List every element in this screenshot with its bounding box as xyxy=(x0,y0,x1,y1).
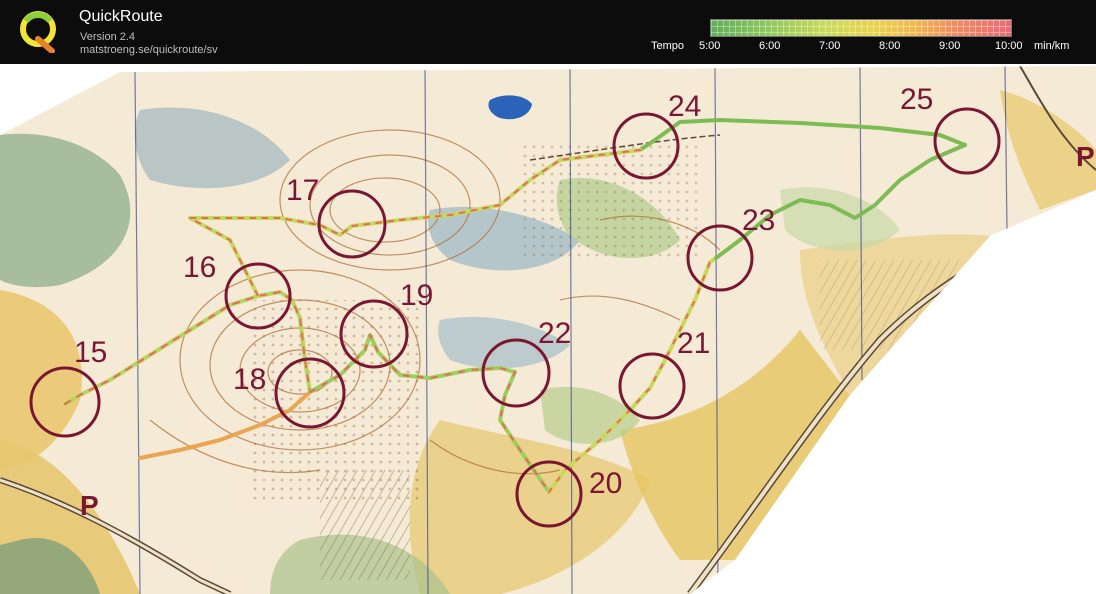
control-15-label: 15 xyxy=(74,336,107,369)
control-17-label: 17 xyxy=(286,174,319,207)
parking-label-east: P xyxy=(1076,141,1095,172)
control-23-label: 23 xyxy=(742,204,775,237)
app-header: QuickRoute Version 2.4 matstroeng.se/qui… xyxy=(0,0,1096,64)
app-title: QuickRoute xyxy=(79,8,163,25)
parking-label-west: P xyxy=(80,490,99,521)
pace-tick-3: 7:00 xyxy=(819,40,841,52)
pace-tick-5: 9:00 xyxy=(939,40,961,52)
pace-scale-label: Tempo xyxy=(651,40,685,52)
control-16-label: 16 xyxy=(183,251,216,284)
orienteering-map[interactable]: P P 15 16 17 18 19 20 21 22 23 24 25 xyxy=(0,64,1096,594)
pace-tick-6: 10:00 xyxy=(995,40,1023,52)
control-22-label: 22 xyxy=(538,317,571,350)
pace-tick-2: 6:00 xyxy=(759,40,781,52)
pace-scale-bar xyxy=(710,19,1012,37)
control-20-label: 20 xyxy=(589,467,622,500)
quickroute-logo-icon xyxy=(20,11,56,53)
app-url: matstroeng.se/quickroute/sv xyxy=(80,44,218,56)
pace-tick-1: 5:00 xyxy=(699,40,721,52)
control-18-label: 18 xyxy=(233,363,266,396)
pace-unit: min/km xyxy=(1034,40,1070,52)
control-25-label: 25 xyxy=(900,83,933,116)
pace-tick-4: 8:00 xyxy=(879,40,901,52)
app-version: Version 2.4 xyxy=(80,31,136,43)
control-19-label: 19 xyxy=(400,279,433,312)
control-24-label: 24 xyxy=(668,90,701,123)
control-21-label: 21 xyxy=(677,327,710,360)
